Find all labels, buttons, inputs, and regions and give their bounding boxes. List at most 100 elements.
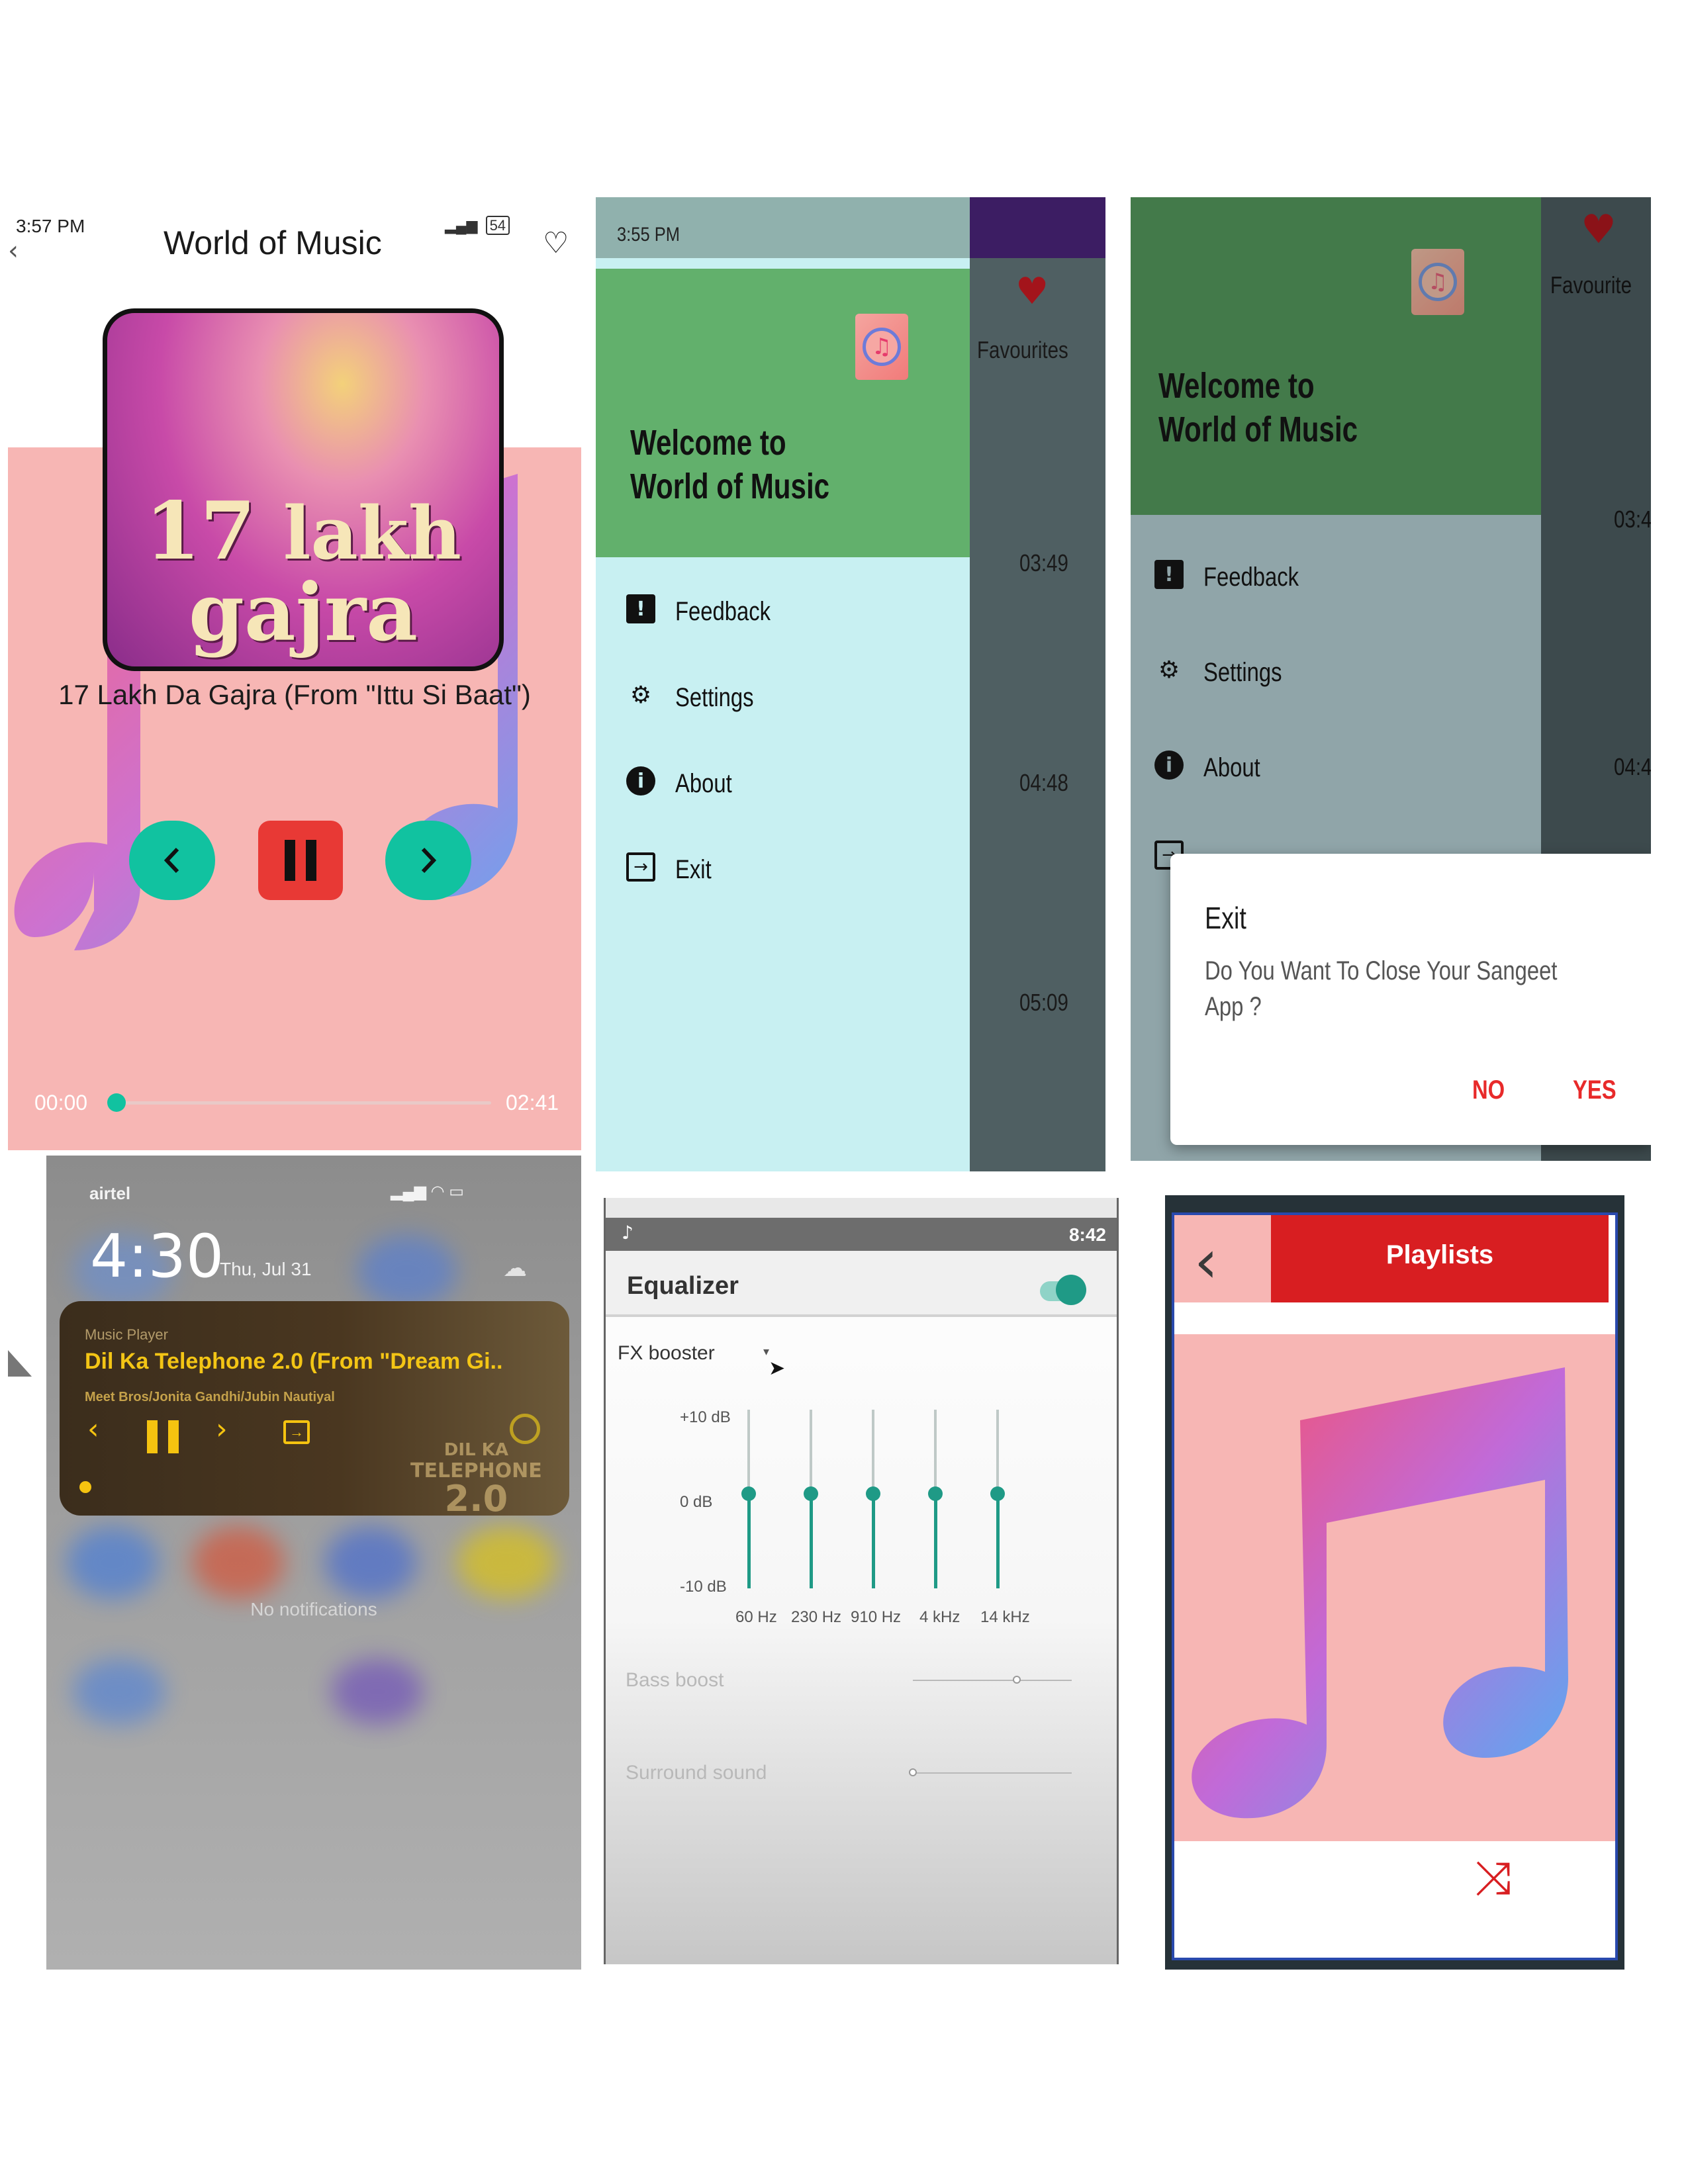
band-slider-knob[interactable] bbox=[866, 1486, 880, 1501]
back-chevron-icon[interactable]: ‹ bbox=[1194, 1227, 1218, 1297]
band-frequency: 14 kHz bbox=[980, 1608, 1030, 1626]
heart-icon: ♥ bbox=[1581, 206, 1617, 253]
db-label: 0 dB bbox=[680, 1493, 713, 1511]
band-slider-fill bbox=[996, 1494, 1000, 1588]
music-note-icon bbox=[1192, 1367, 1568, 1819]
band-slider-fill bbox=[934, 1494, 937, 1588]
wifi-hotspot-icon bbox=[510, 1414, 540, 1444]
next-button[interactable] bbox=[385, 821, 471, 900]
preset-dropdown[interactable]: FX booster bbox=[618, 1342, 715, 1365]
exit-icon[interactable]: → bbox=[283, 1420, 310, 1444]
duration: 04:4 bbox=[1614, 753, 1651, 780]
music-note-icon: ♫ bbox=[863, 328, 901, 366]
next-icon[interactable]: › bbox=[216, 1412, 228, 1446]
page-title: Playlists bbox=[1385, 1240, 1494, 1269]
band-slider-knob[interactable] bbox=[804, 1486, 818, 1501]
exit-icon: → bbox=[626, 852, 655, 882]
total-time: 02:41 bbox=[506, 1091, 559, 1115]
music-note-icon: ♫ bbox=[1419, 263, 1457, 301]
lockscreen: airtel ▂▄▆ ◠ ▭ 4:30 Thu, Jul 31 ☁ DIL KA… bbox=[46, 1156, 581, 1970]
cropped-header bbox=[606, 1198, 1117, 1218]
band-frequency: 230 Hz bbox=[791, 1608, 842, 1626]
menu-item-feedback[interactable]: ! Feedback bbox=[626, 594, 957, 634]
db-label: +10 dB bbox=[680, 1408, 731, 1426]
gear-icon: ⚙ bbox=[1158, 656, 1180, 684]
status-bar bbox=[606, 1218, 1117, 1251]
dialog-title: Exit bbox=[1205, 901, 1246, 935]
gear-icon: ⚙ bbox=[630, 681, 652, 709]
band-slider-knob[interactable] bbox=[990, 1486, 1005, 1501]
heart-outline-icon[interactable]: ♡ bbox=[543, 226, 569, 260]
status-icons: ▂▄▆ ◠ ▭ bbox=[391, 1183, 464, 1201]
corner-artifact bbox=[8, 1350, 32, 1377]
blurred-app-icon bbox=[73, 1659, 165, 1725]
band-slider-fill bbox=[810, 1494, 813, 1588]
seek-thumb[interactable] bbox=[107, 1093, 126, 1112]
current-time: 00:00 bbox=[34, 1091, 88, 1115]
playlists-screen: ‹ Playlists ⤨ bbox=[1165, 1195, 1624, 1970]
favourites-label: Favourite bbox=[1550, 271, 1632, 298]
notification-progress-dot[interactable] bbox=[79, 1481, 91, 1493]
bass-boost-slider[interactable] bbox=[913, 1680, 1072, 1681]
settings-cloud-icon[interactable]: ☁ bbox=[503, 1255, 527, 1282]
album-art-text: DIL KA TELEPHONE 2.0 bbox=[410, 1440, 542, 1516]
drawer-header bbox=[1131, 197, 1541, 515]
menu-item-label: Feedback bbox=[1203, 563, 1299, 592]
menu-item-exit[interactable]: → Exit bbox=[626, 852, 957, 892]
app-logo: ♫ bbox=[1411, 249, 1464, 315]
blurred-app-icon bbox=[357, 1235, 457, 1308]
menu-item-about[interactable]: i About bbox=[1154, 751, 1525, 790]
music-note-icon: ♪ bbox=[622, 1222, 633, 1244]
previous-button[interactable] bbox=[129, 821, 215, 900]
bass-boost-knob[interactable] bbox=[1013, 1676, 1021, 1684]
no-notifications-text: No notifications bbox=[250, 1599, 377, 1619]
duration: 05:09 bbox=[1019, 989, 1068, 1016]
drawer-header bbox=[596, 269, 970, 557]
yes-button[interactable]: YES bbox=[1573, 1075, 1617, 1105]
equalizer-screen: ♪ 8:42 Equalizer FX booster ▾ ➤ +10 dB 0… bbox=[604, 1198, 1119, 1964]
menu-item-settings[interactable]: ⚙ Settings bbox=[1154, 655, 1525, 695]
page-title: Equalizer bbox=[627, 1272, 739, 1300]
album-art: 17 lakh gajra bbox=[103, 308, 504, 671]
pause-button[interactable] bbox=[258, 821, 343, 900]
blurred-app-icon bbox=[324, 1526, 417, 1599]
heart-icon: ♥ bbox=[1015, 270, 1049, 313]
band-slider-knob[interactable] bbox=[741, 1486, 756, 1501]
seek-bar[interactable] bbox=[114, 1101, 491, 1105]
equalizer-toggle-knob[interactable] bbox=[1056, 1275, 1086, 1305]
bass-boost-label: Bass boost bbox=[626, 1669, 724, 1691]
pause-icon[interactable] bbox=[147, 1420, 183, 1453]
blurred-app-icon bbox=[457, 1526, 556, 1599]
surround-sound-slider[interactable] bbox=[913, 1772, 1072, 1774]
battery-icon: 54 bbox=[485, 216, 510, 235]
exit-dialog-screen: ♥ Favourite 03:4 04:4 ♫ Welcome to World… bbox=[1131, 197, 1651, 1161]
no-button[interactable]: NO bbox=[1472, 1075, 1505, 1105]
feedback-icon: ! bbox=[1154, 560, 1184, 589]
back-button-area[interactable] bbox=[1174, 1215, 1271, 1302]
menu-item-feedback[interactable]: ! Feedback bbox=[1154, 560, 1525, 600]
info-icon: i bbox=[626, 766, 655, 796]
duration: 03:4 bbox=[1614, 506, 1651, 533]
carrier-name: airtel bbox=[89, 1183, 131, 1203]
signal-wifi-battery-icons: ▂▄▆ 54 bbox=[445, 216, 510, 235]
signal-icon: ▂▄▆ bbox=[445, 217, 478, 234]
shuffle-icon[interactable]: ⤨ bbox=[1475, 1850, 1512, 1905]
info-icon: i bbox=[1154, 751, 1184, 780]
back-arrow-icon[interactable]: ‹ bbox=[8, 236, 19, 266]
page-title: World of Music bbox=[164, 224, 382, 261]
band-slider-knob[interactable] bbox=[928, 1486, 943, 1501]
band-slider-fill bbox=[747, 1494, 751, 1588]
menu-item-label: Exit bbox=[675, 855, 712, 884]
music-player-notification[interactable]: DIL KA TELEPHONE 2.0 Music Player Dil Ka… bbox=[60, 1301, 569, 1516]
db-label: -10 dB bbox=[680, 1578, 727, 1596]
menu-item-settings[interactable]: ⚙ Settings bbox=[626, 680, 957, 720]
previous-icon[interactable]: ‹ bbox=[87, 1412, 99, 1446]
music-note-artwork bbox=[1174, 1334, 1615, 1841]
lock-date: Thu, Jul 31 bbox=[220, 1259, 312, 1279]
menu-item-about[interactable]: i About bbox=[626, 766, 957, 806]
surround-sound-knob[interactable] bbox=[909, 1768, 917, 1776]
band-slider-fill bbox=[872, 1494, 875, 1588]
background-status-bar bbox=[970, 197, 1105, 258]
pause-icon bbox=[285, 840, 316, 881]
previous-icon bbox=[164, 847, 179, 874]
